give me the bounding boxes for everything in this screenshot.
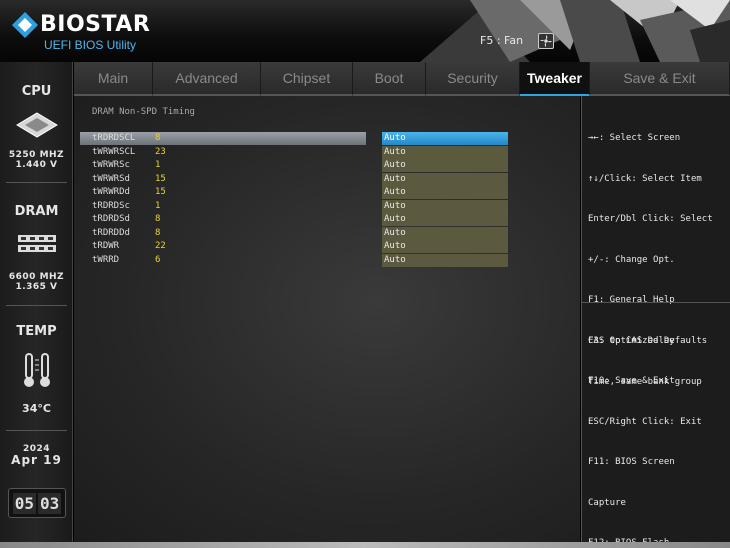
biostar-b-icon <box>12 12 38 38</box>
help-line: +/-: Change Opt. <box>588 254 675 265</box>
cpu-voltage: 1.440 V <box>15 160 58 170</box>
dram-label: DRAM <box>14 204 59 219</box>
help-line: ↑↓/Click: Select Item <box>588 173 702 184</box>
timing-row[interactable]: tRDRDSd 8 Auto <box>80 213 508 226</box>
timing-name: tRDRDSc <box>92 201 130 211</box>
tab-advanced[interactable]: Advanced <box>153 62 261 96</box>
timing-name: tWRRD <box>92 255 120 265</box>
help-line: Enter/Dbl Click: Select <box>588 214 713 224</box>
help-line: F11: BIOS Screen <box>588 457 675 467</box>
dram-icon <box>18 235 56 252</box>
brand-name: BIOSTAR <box>40 12 151 37</box>
date: Apr 19 <box>11 453 62 467</box>
timing-row[interactable]: tWRWRSCL 23 Auto <box>80 146 508 159</box>
dram-voltage: 1.365 V <box>15 282 58 292</box>
fan-icon[interactable] <box>538 33 554 49</box>
cpu-icon <box>16 112 58 138</box>
timing-option[interactable]: Auto <box>382 132 508 145</box>
timing-row[interactable]: tRDRDSCL 8 Auto <box>80 132 508 145</box>
timing-option[interactable]: Auto <box>382 200 508 213</box>
clock: 05 03 <box>8 488 66 518</box>
timing-value: 23 <box>155 147 166 157</box>
help-line: Capture <box>588 497 626 508</box>
tab-boot[interactable]: Boot <box>353 62 426 96</box>
timing-row[interactable]: tRDWR 22 Auto <box>80 240 508 253</box>
timing-value: 6 <box>155 255 161 265</box>
timing-value: 22 <box>155 241 166 251</box>
help-line: F1: General Help <box>588 295 675 305</box>
timing-name: tWRWRSc <box>92 160 130 170</box>
timing-row[interactable]: tWRWRSd 15 Auto <box>80 173 508 186</box>
timing-row[interactable]: tWRRD 6 Auto <box>80 254 508 267</box>
thermometer-icon <box>24 353 50 387</box>
brand-subtitle: UEFI BIOS Utility <box>44 38 137 52</box>
timing-value: 1 <box>155 201 161 211</box>
tab-save-exit[interactable]: Save & Exit <box>590 62 730 96</box>
cpu-label: CPU <box>21 84 52 99</box>
timing-option[interactable]: Auto <box>382 173 508 186</box>
footer-bar <box>0 542 730 548</box>
item-description: CAS to CAS Delay Time, same bank group <box>588 308 702 403</box>
timing-option[interactable]: Auto <box>382 186 508 199</box>
section-title: DRAM Non-SPD Timing <box>92 107 195 117</box>
timing-option[interactable]: Auto <box>382 254 508 267</box>
temp-label: TEMP <box>16 324 57 339</box>
biostar-logo: BIOSTAR UEFI BIOS Utility <box>12 10 152 54</box>
timing-name: tRDRDSd <box>92 214 130 224</box>
timing-value: 8 <box>155 133 161 143</box>
temp-value: 34°C <box>22 402 51 415</box>
timing-row[interactable]: tWRWRDd 15 Auto <box>80 186 508 199</box>
timing-value: 15 <box>155 174 166 184</box>
description-line: Time, same bank group <box>588 376 702 387</box>
sidebar-divider <box>6 430 67 431</box>
timing-name: tWRWRDd <box>92 187 130 197</box>
sidebar-divider <box>6 305 67 306</box>
description-line: CAS to CAS Delay <box>588 336 675 346</box>
tab-bar: Main Advanced Chipset Boot Security Twea… <box>74 62 730 96</box>
tab-tweaker[interactable]: Tweaker <box>520 62 590 96</box>
timing-value: 8 <box>155 214 161 224</box>
header-art <box>420 0 730 62</box>
timing-name: tWRWRSCL <box>92 147 136 157</box>
tab-security[interactable]: Security <box>426 62 520 96</box>
timing-value: 15 <box>155 187 166 197</box>
clock-hours: 05 <box>12 492 36 514</box>
timing-row[interactable]: tWRWRSc 1 Auto <box>80 159 508 172</box>
timing-name: tRDRDDd <box>92 228 130 238</box>
timing-row[interactable]: tRDRDDd 8 Auto <box>80 227 508 240</box>
sidebar-divider <box>6 182 67 183</box>
timing-value: 1 <box>155 160 161 170</box>
tab-main[interactable]: Main <box>74 62 153 96</box>
help-line: →←: Select Screen <box>588 133 681 143</box>
timing-option[interactable]: Auto <box>382 227 508 240</box>
timing-value: 8 <box>155 228 161 238</box>
status-sidebar: CPU 5250 MHZ 1.440 V DRAM 6600 MHZ 1.365… <box>0 62 73 542</box>
timing-name: tWRWRSd <box>92 174 130 184</box>
header-bar: BIOSTAR UEFI BIOS Utility F5 : Fan <box>0 0 730 62</box>
timing-option[interactable]: Auto <box>382 159 508 172</box>
timing-name: tRDWR <box>92 241 120 251</box>
dram-frequency: 6600 MHZ <box>8 272 65 282</box>
timing-name: tRDRDSCL <box>92 133 136 143</box>
fan-shortcut-label[interactable]: F5 : Fan <box>480 34 523 47</box>
clock-minutes: 03 <box>38 492 62 514</box>
timing-row[interactable]: tRDRDSc 1 Auto <box>80 200 508 213</box>
timing-option[interactable]: Auto <box>382 213 508 226</box>
timing-option[interactable]: Auto <box>382 240 508 253</box>
timing-option[interactable]: Auto <box>382 146 508 159</box>
cpu-frequency: 5250 MHZ <box>8 150 65 160</box>
help-divider <box>582 302 730 303</box>
help-line: ESC/Right Click: Exit <box>588 416 702 427</box>
tab-chipset[interactable]: Chipset <box>261 62 353 96</box>
